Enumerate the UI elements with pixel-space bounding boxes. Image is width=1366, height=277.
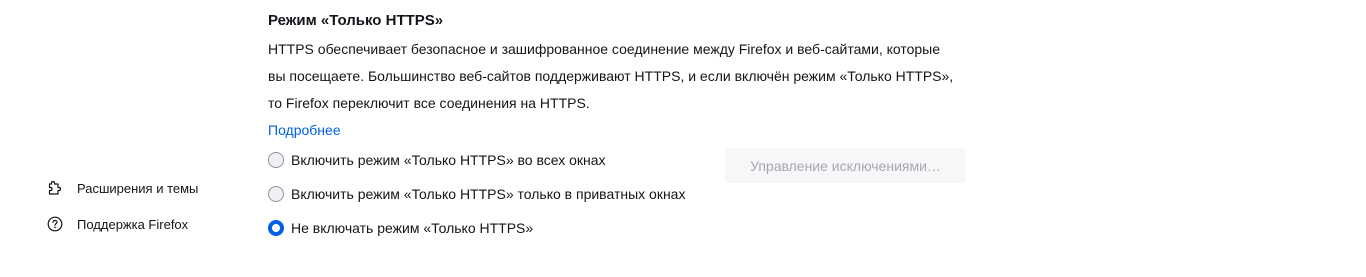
sidebar-item-extensions[interactable]: Расширения и темы bbox=[46, 176, 198, 200]
help-icon bbox=[46, 215, 64, 233]
sidebar-item-support-label: Поддержка Firefox bbox=[77, 216, 189, 232]
puzzle-icon bbox=[46, 179, 64, 197]
radio-option-all-windows[interactable]: Включить режим «Только HTTPS» во всех ок… bbox=[268, 149, 606, 171]
learn-more-link[interactable]: Подробнее bbox=[268, 119, 341, 141]
radio-label: Включить режим «Только HTTPS» во всех ок… bbox=[291, 152, 606, 168]
radio-button-checked[interactable] bbox=[268, 220, 284, 236]
radio-option-disabled[interactable]: Не включать режим «Только HTTPS» bbox=[268, 217, 533, 239]
section-title: Режим «Только HTTPS» bbox=[268, 12, 444, 29]
section-description: HTTPS обеспечивает безопасное и зашифров… bbox=[268, 41, 954, 111]
radio-button[interactable] bbox=[268, 186, 284, 202]
manage-exceptions-button[interactable]: Управление исключениями… bbox=[725, 148, 966, 183]
https-only-settings-page: Расширения и темы Поддержка Firefox Режи… bbox=[0, 0, 1366, 277]
sidebar-item-support[interactable]: Поддержка Firefox bbox=[46, 212, 188, 236]
radio-label: Не включать режим «Только HTTPS» bbox=[291, 220, 534, 236]
radio-option-private-windows[interactable]: Включить режим «Только HTTPS» только в п… bbox=[268, 183, 685, 205]
sidebar-item-extensions-label: Расширения и темы bbox=[77, 180, 199, 196]
radio-button[interactable] bbox=[268, 152, 284, 168]
radio-label: Включить режим «Только HTTPS» только в п… bbox=[291, 186, 686, 202]
